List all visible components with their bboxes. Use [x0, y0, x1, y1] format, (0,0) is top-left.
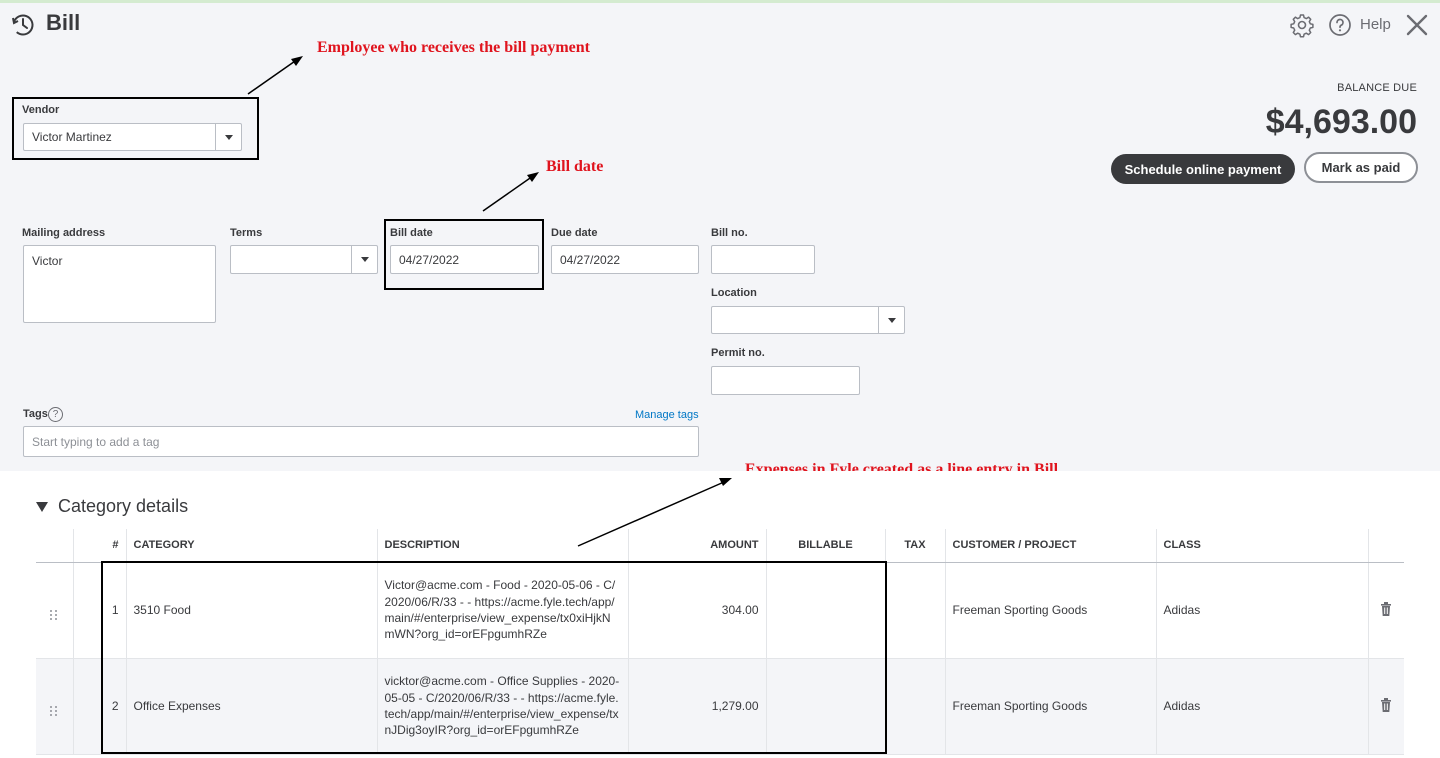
column-header-customer-project: CUSTOMER / PROJECT — [944, 529, 1156, 563]
bill-date-value: 04/27/2022 — [399, 252, 460, 267]
location-label: Location — [711, 287, 757, 299]
tags-input[interactable]: Start typing to add a tag — [23, 426, 699, 457]
due-date-value: 04/27/2022 — [560, 252, 621, 267]
column-header-tax: TAX — [884, 529, 945, 563]
bill-no-label: Bill no. — [711, 227, 748, 239]
balance-due-label: BALANCE DUE — [1337, 82, 1417, 94]
annotation-date-note: Bill date — [546, 158, 604, 175]
due-date-label: Due date — [551, 227, 598, 239]
location-select[interactable] — [711, 306, 905, 334]
vendor-label: Vendor — [22, 104, 60, 116]
row-tax[interactable] — [884, 562, 945, 659]
schedule-online-payment-button[interactable]: Schedule online payment — [1111, 154, 1295, 184]
column-header-num: # — [72, 529, 126, 563]
annotation-arrow-date — [482, 172, 539, 212]
bill-date-label: Bill date — [390, 227, 433, 239]
collapse-triangle-icon — [36, 501, 48, 512]
drag-handle-icon[interactable] — [36, 658, 73, 755]
mailing-address-field[interactable]: Victor — [23, 245, 216, 323]
chevron-down-icon[interactable] — [878, 307, 904, 333]
annotation-vendor-note: Employee who receives the bill payment — [317, 39, 591, 56]
due-date-field[interactable]: 04/27/2022 — [551, 245, 699, 274]
annotation-box-line-entries — [101, 561, 887, 754]
actions-column-header — [1367, 529, 1404, 563]
trash-icon[interactable] — [1367, 658, 1404, 755]
terms-select[interactable] — [230, 245, 378, 274]
permit-no-field[interactable] — [711, 366, 860, 395]
gear-icon[interactable] — [1289, 12, 1315, 38]
drag-handle-icon[interactable] — [36, 562, 73, 659]
chevron-down-icon[interactable] — [215, 124, 241, 150]
row-class[interactable]: Adidas — [1155, 562, 1368, 659]
mailing-address-label: Mailing address — [22, 227, 106, 239]
page-title: Bill — [46, 10, 81, 35]
row-tax[interactable] — [884, 658, 945, 755]
column-header-class: CLASS — [1155, 529, 1368, 563]
annotation-arrow-vendor — [247, 56, 303, 95]
manage-tags-link[interactable]: Manage tags — [635, 409, 699, 421]
help-icon[interactable] — [1328, 13, 1352, 37]
help-label[interactable]: Help — [1360, 16, 1391, 33]
trash-icon[interactable] — [1367, 562, 1404, 659]
question-mark-icon[interactable]: ? — [48, 407, 63, 422]
column-header-category: CATEGORY — [125, 529, 377, 563]
mark-as-paid-button[interactable]: Mark as paid — [1304, 152, 1418, 183]
category-details-title: Category details — [58, 496, 189, 516]
drag-column-header — [36, 529, 73, 563]
recent-transactions-icon[interactable] — [10, 12, 36, 38]
vendor-value: Victor Martinez — [32, 130, 112, 144]
top-accent-bar — [0, 0, 1440, 3]
tags-placeholder: Start typing to add a tag — [32, 434, 160, 449]
tags-label: Tags — [23, 408, 48, 420]
row-customer-project[interactable]: Freeman Sporting Goods — [944, 658, 1156, 755]
row-customer-project[interactable]: Freeman Sporting Goods — [944, 562, 1156, 659]
terms-label: Terms — [230, 227, 263, 239]
balance-due-amount: $4,693.00 — [1265, 103, 1417, 141]
chevron-down-icon[interactable] — [351, 246, 377, 273]
row-class[interactable]: Adidas — [1155, 658, 1368, 755]
column-header-billable: BILLABLE — [765, 529, 885, 563]
annotation-arrow-lines — [577, 478, 732, 547]
vendor-select[interactable]: Victor Martinez — [23, 123, 242, 151]
category-details-toggle[interactable]: Category details — [36, 496, 188, 517]
close-icon[interactable] — [1404, 12, 1430, 38]
bill-date-field[interactable]: 04/27/2022 — [390, 245, 539, 274]
mailing-address-value: Victor — [32, 254, 63, 268]
bill-no-field[interactable] — [711, 245, 815, 274]
permit-no-label: Permit no. — [711, 347, 765, 359]
